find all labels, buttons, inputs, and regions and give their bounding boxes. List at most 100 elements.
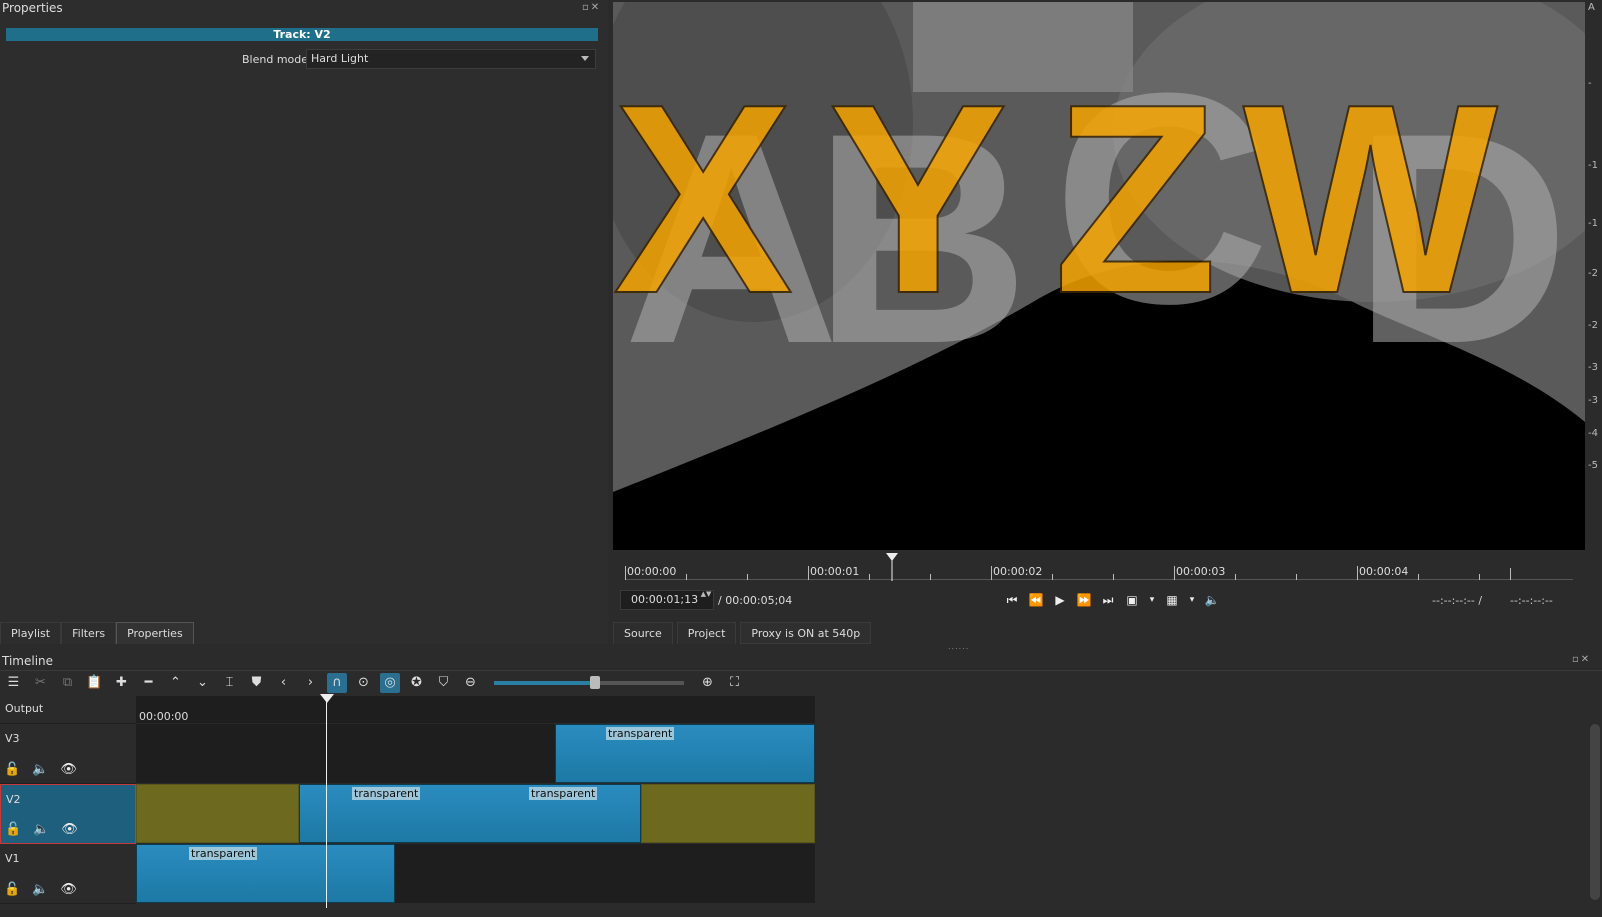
- meter-scale-label: -2: [1588, 268, 1598, 279]
- viewer-letter-front: X: [613, 49, 794, 350]
- audio-meter: A - -1 -1 -2 -2 -3 -3 -4 -5: [1586, 0, 1602, 560]
- timeline-tracks[interactable]: transparent transparent transparent tran…: [136, 696, 815, 904]
- lift-icon[interactable]: ⌃: [162, 675, 189, 690]
- remove-icon[interactable]: ━: [135, 675, 162, 690]
- clip[interactable]: transparent transparent: [299, 784, 641, 843]
- clip[interactable]: transparent: [136, 844, 395, 903]
- copy-icon[interactable]: ⧉: [54, 675, 81, 690]
- lock-icon[interactable]: 🔓: [4, 762, 20, 777]
- mute-icon[interactable]: 🔈: [33, 822, 49, 837]
- lock-icon[interactable]: 🔓: [4, 882, 20, 897]
- track-header-v3[interactable]: V3 🔓 🔈 👁: [0, 724, 136, 784]
- tab-properties[interactable]: Properties: [116, 622, 194, 644]
- snap-icon[interactable]: ∩: [327, 672, 347, 693]
- tab-filters[interactable]: Filters: [61, 622, 117, 644]
- panel-title: Properties: [2, 1, 63, 15]
- timeline-dock-buttons[interactable]: ▫✕: [1572, 654, 1591, 665]
- blank-clip[interactable]: [136, 784, 299, 843]
- meter-scale-label: -4: [1588, 428, 1598, 439]
- marker-icon[interactable]: ⛊: [243, 675, 270, 690]
- clip-label: transparent: [352, 787, 421, 800]
- paste-icon[interactable]: 📋: [81, 675, 108, 690]
- viewer-playhead[interactable]: [886, 553, 900, 581]
- proxy-status-button[interactable]: Proxy is ON at 540p: [740, 622, 872, 644]
- append-icon[interactable]: ✚: [108, 675, 135, 690]
- zoom-view-icon[interactable]: ▣: [1124, 593, 1140, 607]
- out-point-label: --:--:--:--: [1510, 594, 1553, 607]
- ruler-major-tick: [625, 566, 626, 580]
- meter-scale-label: -1: [1588, 218, 1598, 229]
- ruler-minor-tick: [930, 574, 931, 580]
- timeline-ruler-label: 00:00:00: [139, 710, 189, 723]
- viewer-ruler[interactable]: 00:00:00 00:00:01 00:00:02 00:00:03 00:00:04: [625, 556, 1573, 580]
- viewer-tabbar: Source Project Proxy is ON at 540p: [613, 622, 872, 644]
- ripple-all-icon[interactable]: ✪: [403, 675, 430, 690]
- ripple-markers-icon[interactable]: ⛉: [430, 675, 457, 690]
- track-name: V2: [6, 793, 21, 806]
- chevron-down-icon[interactable]: ▾: [1148, 595, 1156, 605]
- cut-icon[interactable]: ✂: [27, 675, 54, 690]
- ruler-minor-tick: [869, 574, 870, 580]
- meter-scale-label: -1: [1588, 160, 1598, 171]
- tab-project[interactable]: Project: [676, 622, 737, 644]
- play-icon[interactable]: ▶: [1052, 593, 1068, 607]
- split-icon[interactable]: ⌶: [216, 675, 243, 690]
- blend-mode-select[interactable]: Hard Light: [306, 49, 596, 69]
- track-header-v2[interactable]: V2 🔓 🔈 👁: [0, 784, 136, 844]
- next-marker-icon[interactable]: ›: [297, 675, 324, 690]
- ruler-minor-tick: [1113, 574, 1114, 580]
- timeline-playhead-handle[interactable]: [320, 694, 334, 703]
- blend-mode-value: Hard Light: [311, 52, 369, 65]
- ruler-major-tick: [808, 566, 809, 580]
- grid-icon[interactable]: ▦: [1164, 593, 1180, 607]
- lane-v2[interactable]: transparent transparent: [136, 784, 815, 844]
- zoom-in-icon[interactable]: ⊕: [694, 675, 721, 690]
- ruler-major-tick: [991, 566, 992, 580]
- lock-icon[interactable]: 🔓: [5, 822, 21, 837]
- zoom-slider[interactable]: [494, 675, 684, 689]
- dock-buttons[interactable]: ▫✕: [582, 2, 601, 13]
- zoom-fit-icon[interactable]: ⛶: [721, 675, 748, 690]
- lane-v3[interactable]: transparent: [136, 724, 815, 784]
- ruler-end-tick: [1510, 568, 1511, 580]
- skip-start-icon[interactable]: ⏮: [1004, 593, 1020, 608]
- track-header-v1[interactable]: V1 🔓 🔈 👁: [0, 844, 136, 904]
- visibility-icon[interactable]: 👁: [60, 882, 77, 897]
- mute-icon[interactable]: 🔈: [32, 882, 48, 897]
- visibility-icon[interactable]: 👁: [60, 762, 77, 777]
- tab-playlist[interactable]: Playlist: [0, 622, 62, 644]
- timeline-scrollbar[interactable]: [1590, 724, 1600, 900]
- clip[interactable]: transparent: [555, 724, 815, 783]
- mute-icon[interactable]: 🔈: [32, 762, 48, 777]
- ruler-time-label: 00:00:04: [1359, 565, 1409, 578]
- menu-icon[interactable]: ☰: [0, 675, 27, 690]
- ruler-minor-tick: [1418, 574, 1419, 580]
- splitter-handle[interactable]: ......: [948, 642, 969, 651]
- lane-v1[interactable]: transparent: [136, 844, 815, 904]
- ruler-minor-tick: [1479, 574, 1480, 580]
- ruler-time-label: 00:00:03: [1176, 565, 1226, 578]
- timeline-playhead[interactable]: [326, 696, 327, 908]
- track-header-output[interactable]: Output: [0, 696, 136, 724]
- ripple-icon[interactable]: ◎: [380, 672, 400, 693]
- fast-forward-icon[interactable]: ⏩: [1076, 593, 1092, 607]
- clip-label: transparent: [529, 787, 598, 800]
- video-viewer[interactable]: ABCD XYZW: [613, 2, 1585, 550]
- zoom-out-icon[interactable]: ⊖: [457, 675, 484, 690]
- scrub-icon[interactable]: ⊙: [350, 675, 377, 690]
- tab-source[interactable]: Source: [613, 622, 673, 644]
- timecode-spinner[interactable]: ▲▼: [699, 590, 713, 610]
- volume-icon[interactable]: 🔈: [1204, 593, 1220, 607]
- ruler-baseline: [625, 579, 1573, 580]
- zoom-slider-handle[interactable]: [589, 675, 600, 689]
- timeline-toolbar: ☰ ✂ ⧉ 📋 ✚ ━ ⌃ ⌄ ⌶ ⛊ ‹ › ∩ ⊙ ◎ ✪ ⛉ ⊖ ⊕ ⛶: [0, 670, 1602, 694]
- skip-end-icon[interactable]: ⏭: [1100, 593, 1116, 608]
- overwrite-icon[interactable]: ⌄: [189, 675, 216, 690]
- previous-marker-icon[interactable]: ‹: [270, 675, 297, 690]
- track-header: Track: V2: [6, 28, 598, 41]
- meter-scale-label: -3: [1588, 362, 1598, 373]
- rewind-icon[interactable]: ⏪: [1028, 593, 1044, 607]
- visibility-icon[interactable]: 👁: [61, 822, 78, 837]
- blank-clip[interactable]: [641, 784, 815, 843]
- chevron-down-icon[interactable]: ▾: [1188, 595, 1196, 605]
